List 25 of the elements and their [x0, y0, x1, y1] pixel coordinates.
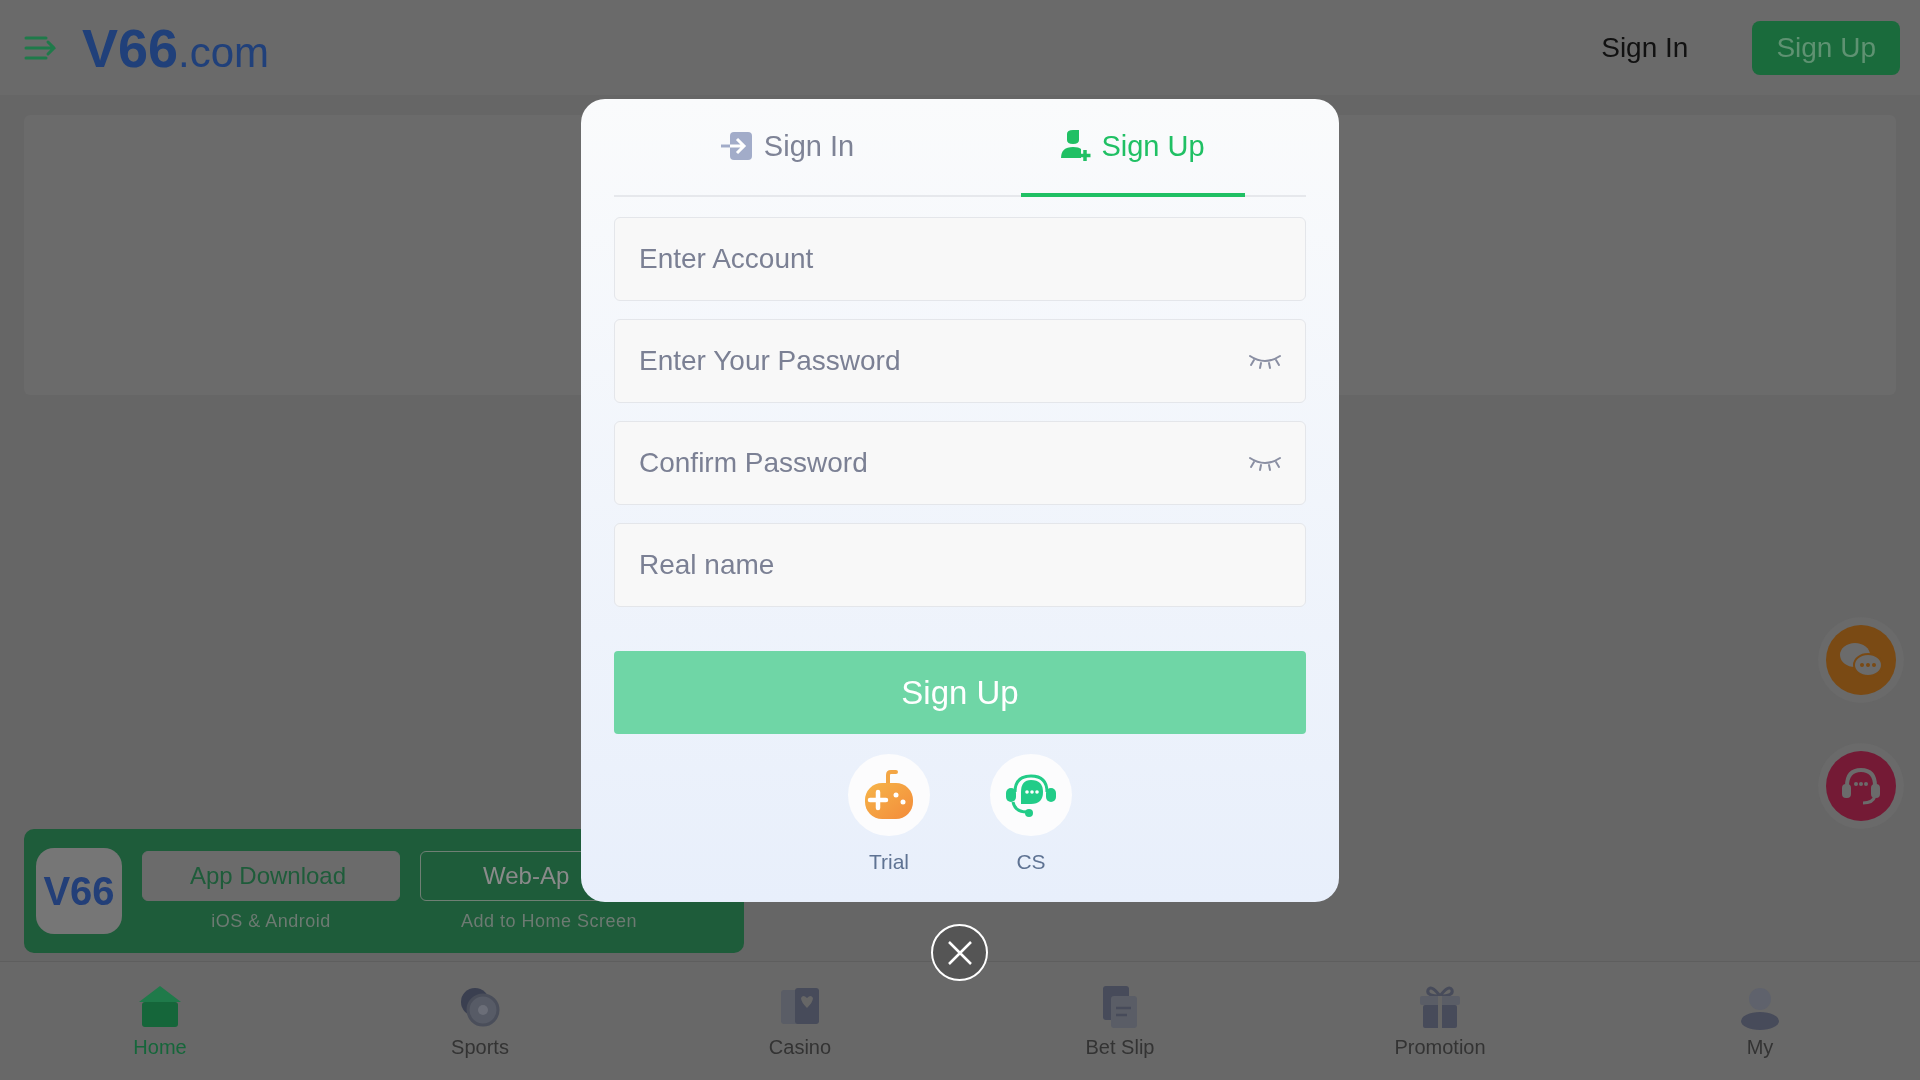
app-logo: V66: [36, 848, 122, 934]
close-icon: [946, 939, 973, 966]
gamepad-icon: [864, 770, 914, 820]
sign-in-icon: [719, 130, 754, 162]
input-field[interactable]: Enter Account: [614, 217, 1306, 301]
eye-closed-icon[interactable]: [1248, 454, 1282, 472]
user-add-icon: [1061, 130, 1092, 162]
headset-icon: [1839, 766, 1883, 806]
sign-up-button[interactable]: Sign Up: [1752, 20, 1900, 75]
button-caption: iOS & Android: [211, 910, 331, 932]
input-field[interactable]: Enter Your Password: [614, 319, 1306, 403]
dialog-tab[interactable]: Sign Up: [1021, 99, 1245, 197]
site-logo[interactable]: V66.com: [82, 16, 270, 79]
download-button[interactable]: App Download: [142, 850, 400, 901]
house-icon: [137, 983, 183, 1030]
nav-tab[interactable]: Home: [0, 962, 320, 1080]
dialog-tab[interactable]: Sign In: [679, 99, 895, 197]
headset-chat-icon: [1005, 772, 1057, 818]
gift-icon: [1417, 983, 1463, 1030]
submit-button[interactable]: Sign Up: [614, 651, 1306, 734]
eye-closed-icon[interactable]: [1248, 352, 1282, 370]
sign-in-link[interactable]: Sign In: [1585, 23, 1705, 72]
input-field[interactable]: Confirm Password: [614, 421, 1306, 505]
button-caption: Add to Home Screen: [460, 910, 638, 932]
input-field[interactable]: Real name: [614, 523, 1306, 607]
